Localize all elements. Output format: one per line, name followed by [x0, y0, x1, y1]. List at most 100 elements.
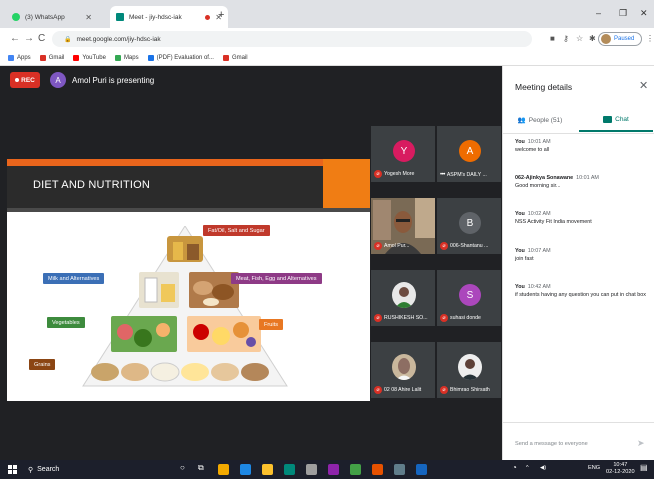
avatar: Y — [393, 140, 415, 162]
participant-tile[interactable]: ⌀ RUSHIKESH SO... — [370, 269, 436, 327]
participant-tile[interactable]: ⌀ Amol Pur... — [370, 197, 436, 255]
participant-tile[interactable]: ⌀ Bhimrao Shirsath — [436, 341, 502, 399]
youtube-icon — [73, 54, 80, 61]
app-icon[interactable] — [416, 464, 427, 475]
network-icon[interactable]: ◔ — [512, 463, 517, 472]
search-icon: ⚲ — [28, 466, 34, 474]
extension-icon[interactable]: ✱ — [589, 34, 596, 43]
app-icon[interactable] — [394, 464, 405, 475]
volume-icon[interactable]: ◀) — [540, 465, 546, 471]
app-icon[interactable] — [328, 464, 339, 475]
mic-off-icon: ⌀ — [374, 242, 382, 250]
mic-off-icon: ⌀ — [374, 386, 382, 394]
presenter-status: Amol Puri is presenting — [72, 76, 155, 85]
tab-people[interactable]: 👥 People (51) — [503, 108, 577, 132]
profile-button[interactable]: Paused — [598, 32, 642, 46]
bookmark-youtube[interactable]: YouTube — [73, 54, 106, 61]
participant-photo — [392, 354, 416, 380]
send-icon[interactable]: ➤ — [637, 438, 645, 449]
bookmark-gmail[interactable]: Gmail — [39, 54, 64, 61]
chat-input[interactable]: Send a message to everyone ➤ — [503, 422, 654, 460]
address-bar-row: ← → C 🔒 meet.google.com/jiy-hdsc-iak ■ ⚷… — [0, 28, 654, 50]
participant-tile[interactable]: A ••• ASPM's DAILY ... — [436, 125, 502, 183]
app-icon[interactable] — [372, 464, 383, 475]
file-explorer-icon[interactable] — [262, 464, 273, 475]
avatar: B — [459, 212, 481, 234]
meeting-details-panel: Meeting details ✕ 👥 People (51) Chat You… — [502, 66, 654, 460]
participant-tile[interactable]: S ⌀ suhasi donde — [436, 269, 502, 327]
notifications-icon[interactable]: ▤ — [640, 463, 648, 472]
meet-icon — [116, 13, 124, 21]
store-icon[interactable] — [284, 464, 295, 475]
participant-photo — [458, 354, 482, 380]
reload-button[interactable]: C — [38, 33, 45, 44]
star-icon[interactable]: ☆ — [576, 34, 583, 43]
edge-icon[interactable] — [240, 464, 251, 475]
chat-message: You 10:01 AM welcome to all — [515, 139, 551, 153]
restore-button[interactable]: ❐ — [619, 8, 627, 19]
participant-tile[interactable]: Y ⌀ Yogesh More — [370, 125, 436, 183]
bookmark-maps[interactable]: Maps — [114, 54, 139, 61]
participant-tile[interactable]: ⌀ 02 08 Ahire Lalit — [370, 341, 436, 399]
back-button[interactable]: ← — [10, 33, 20, 44]
participant-name: ASPM's DAILY ... — [446, 172, 487, 178]
mic-off-icon: ⌀ — [440, 314, 448, 322]
clock[interactable]: 10:47 02-12-2020 — [606, 462, 635, 476]
fat-tier — [167, 236, 203, 262]
label-vegetables: Vegetables — [47, 317, 85, 328]
taskbar-search[interactable]: ⚲ Search — [28, 463, 188, 476]
new-tab-button[interactable]: + — [218, 9, 224, 21]
participant-grid: Y ⌀ Yogesh More A ••• ASPM's DAILY ... ⌀ Am… — [370, 125, 502, 415]
people-icon: 👥 — [517, 117, 526, 124]
participant-name: Amol Pur... — [384, 243, 410, 249]
avatar: A — [459, 140, 481, 162]
forward-button[interactable]: → — [24, 33, 34, 44]
windows-start-icon[interactable] — [8, 465, 17, 474]
task-view-icon[interactable]: ⧉ — [198, 463, 204, 473]
tab-meet[interactable]: Meet - jiy-hdsc-iak ✕ — [110, 6, 228, 28]
label-fruits: Fruits — [259, 319, 283, 330]
minimize-button[interactable]: – — [596, 8, 601, 18]
panel-title: Meeting details — [515, 82, 573, 92]
whatsapp-icon — [12, 13, 20, 21]
menu-icon[interactable]: ⋮ — [646, 34, 654, 43]
app-icon[interactable] — [306, 464, 317, 475]
participant-name: Bhimrao Shirsath — [450, 387, 490, 393]
participant-name: Yogesh More — [384, 171, 415, 177]
chat-icon — [603, 115, 613, 123]
key-icon[interactable]: ⚷ — [563, 34, 569, 43]
bookmark-gmail-2[interactable]: Gmail — [222, 54, 248, 61]
tray-chevron-icon[interactable]: ^ — [526, 465, 529, 471]
participant-name: RUSHIKESH SO... — [384, 315, 428, 321]
cortana-icon[interactable]: ○ — [180, 463, 185, 472]
presenter-avatar: A — [50, 72, 66, 88]
label-meat: Meat, Fish, Egg and Alternatives — [231, 273, 322, 284]
participant-tile[interactable]: B ⌀ 006-Shantanu ... — [436, 197, 502, 255]
camera-icon[interactable]: ■ — [550, 34, 555, 43]
tab-chat[interactable]: Chat — [579, 108, 653, 132]
gmail-icon — [222, 54, 229, 61]
chrome-icon[interactable] — [218, 464, 229, 475]
tab-label: (3) WhatsApp — [25, 13, 65, 21]
slide-title: DIET AND NUTRITION — [33, 179, 151, 191]
presentation-slide: DIET AND NUTRITION Fat/Oil, Salt and Sug… — [7, 159, 370, 401]
close-panel-button[interactable]: ✕ — [639, 79, 648, 92]
close-tab-icon[interactable]: ✕ — [85, 13, 92, 22]
maps-icon — [114, 54, 121, 61]
profile-label: Paused — [614, 36, 635, 42]
lock-icon: 🔒 — [64, 36, 72, 43]
url-bar[interactable]: 🔒 meet.google.com/jiy-hdsc-iak — [52, 31, 532, 47]
gmail-icon — [39, 54, 46, 61]
close-window-button[interactable]: ✕ — [640, 8, 648, 19]
language-indicator[interactable]: ENG — [588, 465, 600, 471]
recording-badge: REC — [10, 72, 40, 88]
browser-tab-strip: (3) WhatsApp ✕ Meet - jiy-hdsc-iak ✕ + –… — [0, 0, 654, 28]
bookmark-apps[interactable]: Apps — [8, 54, 31, 61]
pdf-icon — [147, 54, 154, 61]
participant-name: suhasi donde — [450, 315, 481, 321]
divider — [503, 133, 654, 134]
mic-off-icon: ⌀ — [440, 242, 448, 250]
chat-placeholder: Send a message to everyone — [515, 441, 588, 447]
bookmark-pdf[interactable]: (PDF) Evaluation of... — [147, 54, 214, 61]
app-icon[interactable] — [350, 464, 361, 475]
